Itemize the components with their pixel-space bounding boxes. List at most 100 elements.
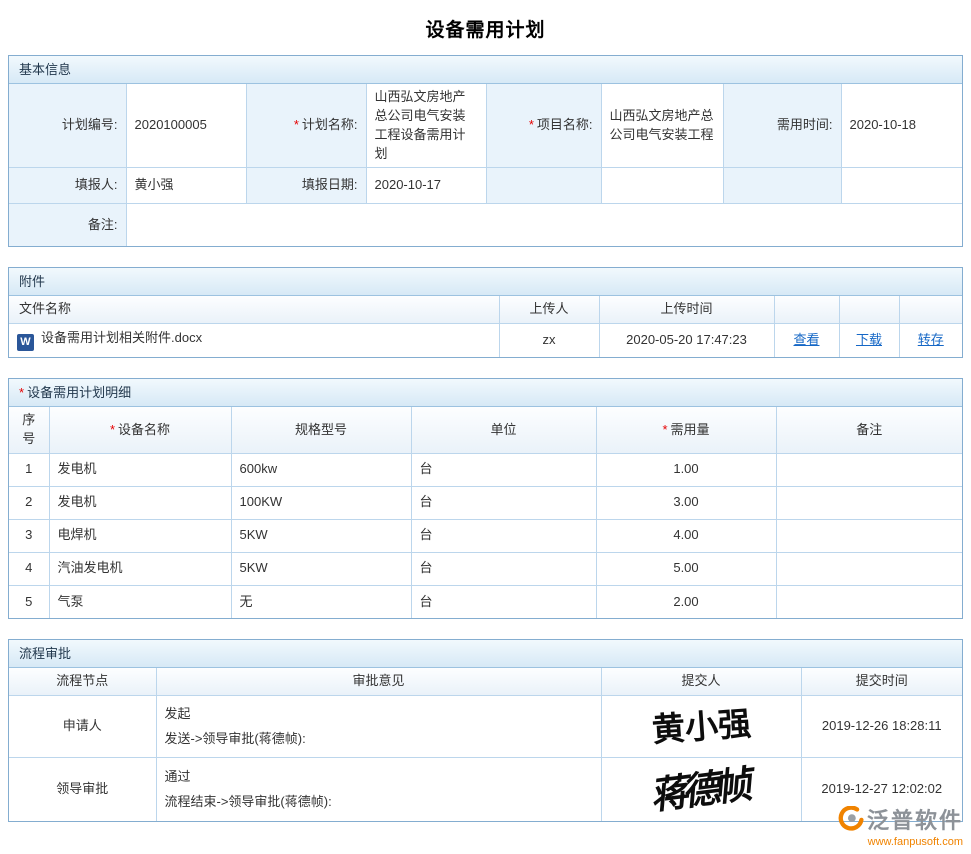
attachments-title: 附件 [19, 274, 45, 289]
word-file-icon: W [17, 334, 34, 351]
col-unit: 单位 [411, 407, 596, 453]
detail-name: 气泵 [49, 585, 231, 618]
required-mark: * [529, 117, 534, 132]
attachments-section-header: 附件 [9, 268, 962, 296]
detail-qty: 1.00 [596, 453, 776, 486]
signature-image: 黄小强 [650, 699, 752, 754]
project-name-label: *项目名称: [486, 84, 601, 168]
detail-seq: 5 [9, 585, 49, 618]
attachments-section: 附件 文件名称 上传人 上传时间 W 设备需用计划相关附件.docx zx 202… [8, 267, 963, 358]
col-flow-node: 流程节点 [9, 668, 156, 695]
detail-row: 3 电焊机 5KW 台 4.00 [9, 519, 962, 552]
attachment-row: W设备需用计划相关附件.docx zx 2020-05-20 17:47:23 … [9, 323, 962, 357]
detail-row: 5 气泵 无 台 2.00 [9, 585, 962, 618]
detail-seq: 3 [9, 519, 49, 552]
col-spec: 规格型号 [231, 407, 411, 453]
attachment-uploader: zx [499, 323, 599, 357]
col-seq: 序号 [9, 407, 49, 453]
approval-section-header: 流程审批 [9, 640, 962, 668]
detail-remark [776, 519, 962, 552]
attachment-file-cell: W 设备需用计划相关附件.docx [9, 323, 499, 357]
fanpu-logo-icon [838, 806, 864, 832]
detail-row: 2 发电机 100KW 台 3.00 [9, 486, 962, 519]
basic-info-section-header: 基本信息 [9, 56, 962, 84]
watermark-url: www.fanpusoft.com [838, 836, 963, 848]
approval-section: 流程审批 流程节点 审批意见 提交人 提交时间 申请人 发起 发送->领导审批(… [8, 639, 963, 822]
details-title: 设备需用计划明细 [27, 385, 131, 400]
plan-name-label: *计划名称: [246, 84, 366, 168]
empty-label-cell [486, 168, 601, 204]
col-action-3 [899, 296, 962, 323]
page-title: 设备需用计划 [0, 0, 971, 55]
report-date-value: 2020-10-17 [366, 168, 486, 204]
col-submit-time: 提交时间 [801, 668, 962, 695]
detail-name: 发电机 [49, 486, 231, 519]
detail-unit: 台 [411, 552, 596, 585]
detail-row: 4 汽油发电机 5KW 台 5.00 [9, 552, 962, 585]
project-name-value: 山西弘文房地产总公司电气安装工程 [601, 84, 723, 168]
approval-time: 2019-12-26 18:28:11 [801, 696, 962, 758]
approval-signature-cell: 黄小强 [601, 696, 801, 758]
detail-unit: 台 [411, 453, 596, 486]
col-upload-time: 上传时间 [599, 296, 774, 323]
transfer-link[interactable]: 转存 [918, 332, 944, 347]
need-time-label: 需用时间: [723, 84, 841, 168]
view-link[interactable]: 查看 [793, 332, 819, 347]
col-action-2 [839, 296, 899, 323]
empty-value-cell [841, 168, 962, 204]
detail-remark [776, 453, 962, 486]
plan-no-value: 2020100005 [126, 84, 246, 168]
col-uploader: 上传人 [499, 296, 599, 323]
basic-info-title: 基本信息 [19, 62, 71, 77]
reporter-label: 填报人: [9, 168, 126, 204]
report-date-label: 填报日期: [246, 168, 366, 204]
watermark-brand: 泛普软件 [867, 803, 963, 835]
detail-name: 汽油发电机 [49, 552, 231, 585]
basic-info-table: 计划编号: 2020100005 *计划名称: 山西弘文房地产总公司电气安装工程… [9, 84, 962, 246]
col-qty: *需用量 [596, 407, 776, 453]
approval-row: 申请人 发起 发送->领导审批(蒋德帧): 黄小强 2019-12-26 18:… [9, 696, 962, 758]
col-file-name: 文件名称 [9, 296, 499, 323]
required-mark: * [19, 385, 24, 400]
detail-unit: 台 [411, 585, 596, 618]
col-action-1 [774, 296, 839, 323]
signature-image: 蒋德帧 [651, 758, 751, 822]
basic-info-section: 基本信息 计划编号: 2020100005 *计划名称: 山西弘文房地产总公司电… [8, 55, 963, 247]
approval-node: 申请人 [9, 696, 156, 758]
detail-qty: 2.00 [596, 585, 776, 618]
detail-unit: 台 [411, 486, 596, 519]
detail-name: 发电机 [49, 453, 231, 486]
attachment-file-name: 设备需用计划相关附件.docx [41, 330, 202, 345]
detail-spec: 5KW [231, 519, 411, 552]
col-submitter: 提交人 [601, 668, 801, 695]
detail-qty: 3.00 [596, 486, 776, 519]
required-mark: * [110, 422, 115, 437]
detail-spec: 5KW [231, 552, 411, 585]
reporter-value: 黄小强 [126, 168, 246, 204]
detail-qty: 5.00 [596, 552, 776, 585]
detail-row: 1 发电机 600kw 台 1.00 [9, 453, 962, 486]
approval-opinion: 发起 发送->领导审批(蒋德帧): [156, 696, 601, 758]
detail-seq: 4 [9, 552, 49, 585]
detail-spec: 100KW [231, 486, 411, 519]
fanpu-watermark: 泛普软件 www.fanpusoft.com [838, 803, 963, 848]
detail-qty: 4.00 [596, 519, 776, 552]
attachments-table: 文件名称 上传人 上传时间 W 设备需用计划相关附件.docx zx 2020-0… [9, 296, 962, 357]
detail-remark [776, 585, 962, 618]
remark-value [126, 204, 962, 246]
attachment-upload-time: 2020-05-20 17:47:23 [599, 323, 774, 357]
approval-row: 领导审批 通过 流程结束->领导审批(蒋德帧): 蒋德帧 2019-12-27 … [9, 758, 962, 822]
approval-signature-cell: 蒋德帧 [601, 758, 801, 822]
details-section: *设备需用计划明细 序号 *设备名称 规格型号 单位 *需用量 备注 1 发电机… [8, 378, 963, 619]
details-section-header: *设备需用计划明细 [9, 379, 962, 407]
approval-opinion: 通过 流程结束->领导审批(蒋德帧): [156, 758, 601, 822]
required-mark: * [294, 117, 299, 132]
required-mark: * [662, 422, 667, 437]
download-link[interactable]: 下载 [856, 332, 882, 347]
plan-name-value: 山西弘文房地产总公司电气安装工程设备需用计划 [366, 84, 486, 168]
col-opinion: 审批意见 [156, 668, 601, 695]
detail-spec: 600kw [231, 453, 411, 486]
detail-spec: 无 [231, 585, 411, 618]
detail-name: 电焊机 [49, 519, 231, 552]
plan-no-label: 计划编号: [9, 84, 126, 168]
